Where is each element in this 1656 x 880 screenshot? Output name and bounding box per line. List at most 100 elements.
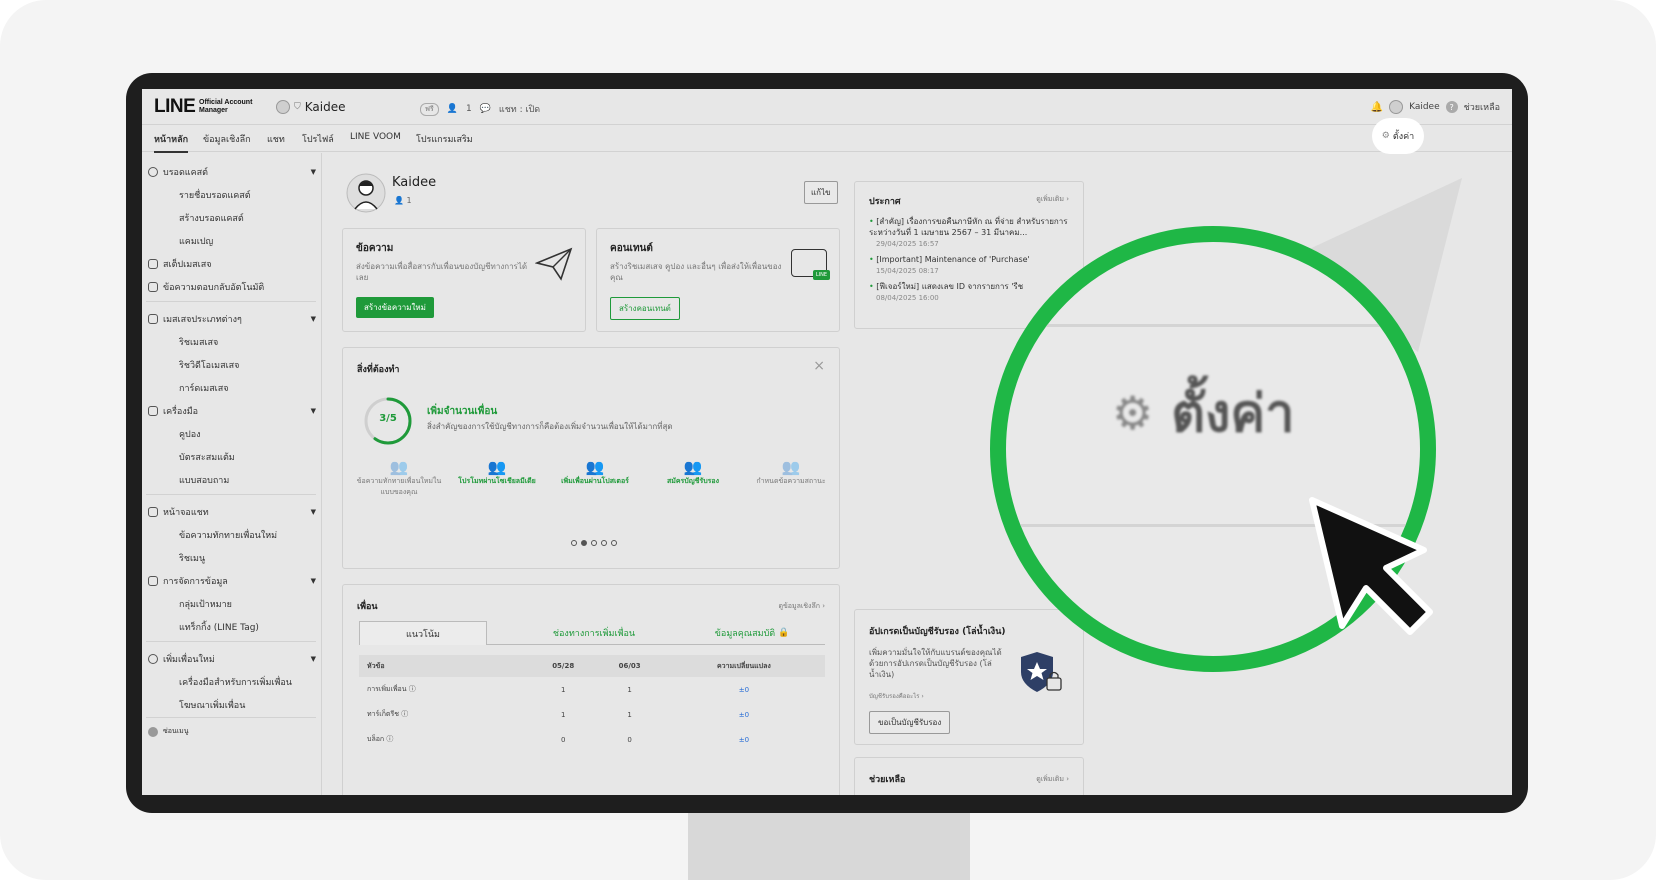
store-icon (148, 406, 158, 416)
reply-icon (148, 282, 158, 292)
todo-step[interactable]: 👥 ข้อความทักทายเพื่อนใหม่ในแบบของคุณ (353, 458, 445, 498)
todo-step[interactable]: 👥 โปรโมทผ่านโซเชียลมีเดีย (451, 458, 543, 487)
plan-badge: ฟรี (420, 102, 439, 116)
carousel-dot[interactable] (581, 540, 587, 546)
announcements-more-link[interactable]: ดูเพิ่มเติม › (1036, 194, 1069, 208)
edit-profile-button[interactable]: แก้ไข (804, 181, 838, 204)
info-icon[interactable]: ⓘ (386, 735, 393, 743)
message-card: ข้อความ ส่งข้อความเพื่อสื่อสารกับเพื่อนข… (342, 228, 586, 332)
announcement-item[interactable]: • [Important] Maintenance of 'Purchase' … (869, 254, 1069, 275)
tab-line-voom[interactable]: LINE VOOM (350, 132, 401, 142)
sidebar-section-add-friends[interactable]: เพิ่มเพื่อนใหม่ ▼ (148, 652, 316, 666)
profile-header: Kaidee 👤 1 (346, 173, 846, 213)
main-nav: หน้าหลัก ข้อมูลเชิงลึก แชท โปรไฟล์ LINE … (142, 126, 1512, 153)
tab-extensions[interactable]: โปรแกรมเสริม (416, 132, 473, 146)
sidebar-section-message-types[interactable]: เมสเสจประเภทต่างๆ ▼ (148, 312, 316, 326)
help-link[interactable]: ช่วยเหลือ (1464, 100, 1500, 114)
account-switcher[interactable]: ⛉ Kaidee (276, 100, 346, 114)
chat-status[interactable]: แชท : เปิด (499, 102, 540, 116)
tab-add-channels[interactable]: ช่องทางการเพิ่มเพื่อน (519, 621, 669, 645)
tab-trend[interactable]: แนวโน้ม (359, 621, 487, 645)
carousel-dot[interactable] (601, 540, 607, 546)
sidebar-item-reward-card[interactable]: บัตรสะสมแต้ม (179, 450, 235, 464)
sidebar-item-friend-ads[interactable]: โฆษณาเพิ่มเพื่อน (179, 698, 245, 712)
sidebar-item-greeting[interactable]: ข้อความทักทายเพื่อนใหม่ (179, 528, 277, 542)
announcement-text: • [ฟีเจอร์ใหม่] แสดงเลข ID จากรายการ 'รี… (869, 282, 1024, 291)
todo-step[interactable]: 👥 เพิ่มเพื่อนผ่านโปสเตอร์ (549, 458, 641, 487)
sidebar-item-rich-video[interactable]: ริชวิดีโอเมสเสจ (179, 358, 239, 372)
gear-icon: ⚙ (1381, 131, 1390, 141)
close-icon[interactable]: × (813, 358, 825, 374)
sidebar-item-rich-menu[interactable]: ริชเมนู (179, 551, 205, 565)
sidebar-section-label: การจัดการข้อมูล (163, 577, 228, 587)
magnifier-divider (1006, 324, 1420, 327)
tab-home[interactable]: หน้าหลัก (154, 132, 189, 153)
profile-avatar[interactable] (346, 173, 386, 213)
sidebar-item-audience[interactable]: กลุ่มเป้าหมาย (179, 597, 232, 611)
sidebar-item-add-friend-tools[interactable]: เครื่องมือสำหรับการเพิ่มเพื่อน (179, 675, 292, 689)
announcement-text: • [Important] Maintenance of 'Purchase' (869, 255, 1030, 264)
sidebar-item-survey[interactable]: แบบสอบถาม (179, 473, 229, 487)
chevron-down-icon: ▼ (310, 315, 316, 323)
announcement-item[interactable]: • [สำคัญ] เรื่องการขอคืนภาษีหัก ณ ที่จ่า… (869, 216, 1069, 248)
sidebar-section-chat-screen[interactable]: หน้าจอแชท ▼ (148, 505, 316, 519)
logo-sub-line-2: Manager (199, 107, 228, 114)
info-icon[interactable]: ⓘ (401, 710, 408, 718)
row-value: 1 (627, 710, 632, 719)
bell-icon[interactable]: 🔔 (1371, 102, 1383, 113)
logo-sub-line-1: Official Account (199, 99, 253, 106)
sidebar-item-rich-message[interactable]: ริชเมสเสจ (179, 335, 218, 349)
create-content-button[interactable]: สร้างคอนเทนต์ (610, 297, 680, 320)
upgrade-info-link[interactable]: บัญชีรับรองคืออะไร › (869, 691, 924, 701)
row-label-text: ทาร์เก็ตรีช (367, 710, 399, 718)
database-icon (148, 576, 158, 586)
carousel-dot[interactable] (571, 540, 577, 546)
content-card-title: คอนเทนต์ (610, 243, 653, 254)
tab-chat[interactable]: แชท (267, 132, 285, 146)
row-label-text: การเพิ่มเพื่อน (367, 685, 407, 693)
create-message-button[interactable]: สร้างข้อความใหม่ (356, 297, 434, 318)
user-avatar[interactable] (1389, 100, 1404, 114)
help-icon[interactable]: ? (1445, 101, 1458, 113)
todo-step[interactable]: 👥 สมัครบัญชีรับรอง (647, 458, 739, 487)
sidebar-item-step-message[interactable]: สเต็ปเมสเสจ (148, 257, 316, 271)
carousel-dot[interactable] (591, 540, 597, 546)
announcement-date: 08/04/2025 16:00 (876, 294, 939, 302)
tab-insights[interactable]: ข้อมูลเชิงลึก (203, 132, 251, 146)
user-name[interactable]: Kaidee (1409, 102, 1440, 112)
sidebar-collapse-button[interactable]: ซ่อนเมนู (148, 726, 316, 737)
sidebar-item-broadcast-list[interactable]: รายชื่อบรอดแคสต์ (179, 188, 251, 202)
row-label: บล็อก ⓘ (359, 727, 530, 752)
announcement-text-value: [ฟีเจอร์ใหม่] แสดงเลข ID จากรายการ 'รีช (876, 282, 1024, 291)
todo-step[interactable]: 👥 กำหนดข้อความสถานะ (745, 458, 837, 487)
settings-button[interactable]: ⚙ ตั้งค่า (1372, 118, 1424, 154)
announcement-item[interactable]: • [ฟีเจอร์ใหม่] แสดงเลข ID จากรายการ 'รี… (869, 281, 1069, 302)
help-more-link[interactable]: ดูเพิ่มเติม › (1036, 774, 1069, 785)
info-icon[interactable]: ⓘ (409, 685, 416, 693)
sidebar-item-line-tag[interactable]: แทร็กกิ้ง (LINE Tag) (179, 620, 259, 634)
friends-table: หัวข้อ 05/28 06/03 ความเปลี่ยนแปลง การเพ… (359, 655, 825, 752)
paper-plane-icon (535, 247, 573, 281)
sidebar-section-label: เมสเสจประเภทต่างๆ (163, 315, 242, 325)
request-verified-button[interactable]: ขอเป็นบัญชีรับรอง (869, 711, 951, 734)
todo-desc: สิ่งสำคัญของการใช้บัญชีทางการก็คือต้องเพ… (427, 422, 673, 431)
line-logo[interactable]: LINE (154, 96, 196, 118)
tab-attributes[interactable]: ข้อมูลคุณสมบัติ 🔒 (679, 621, 825, 645)
tab-profile[interactable]: โปรไฟล์ (302, 132, 334, 146)
sidebar-item-broadcast-create[interactable]: สร้างบรอดแคสต์ (179, 211, 244, 225)
sidebar-item-auto-reply[interactable]: ข้อความตอบกลับอัตโนมัติ (148, 280, 316, 294)
todo-step-label: เพิ่มเพื่อนผ่านโปสเตอร์ (561, 477, 629, 485)
sidebar-item-coupon[interactable]: คูปอง (179, 427, 201, 441)
friends-panel: เพื่อน ดูข้อมูลเชิงลึก › แนวโน้ม ช่องทาง… (342, 584, 840, 795)
friends-count: 1 (465, 104, 472, 114)
sidebar-section-data-mgmt[interactable]: การจัดการข้อมูล ▼ (148, 574, 316, 588)
sidebar-section-broadcast[interactable]: บรอดแคสต์ ▼ (148, 165, 316, 179)
sidebar-item-card-message[interactable]: การ์ดเมสเสจ (179, 381, 229, 395)
todo-heading: เพิ่มจำนวนเพื่อน (427, 406, 498, 417)
lock-icon: 🔒 (778, 628, 790, 638)
sidebar-item-campaign[interactable]: แคมเปญ (179, 234, 213, 248)
friends-insights-link[interactable]: ดูข้อมูลเชิงลึก › (778, 601, 825, 612)
carousel-dot[interactable] (611, 540, 617, 546)
announcements-more-label: ดูเพิ่มเติม (1036, 195, 1064, 203)
sidebar-section-tools[interactable]: เครื่องมือ ▼ (148, 404, 316, 418)
